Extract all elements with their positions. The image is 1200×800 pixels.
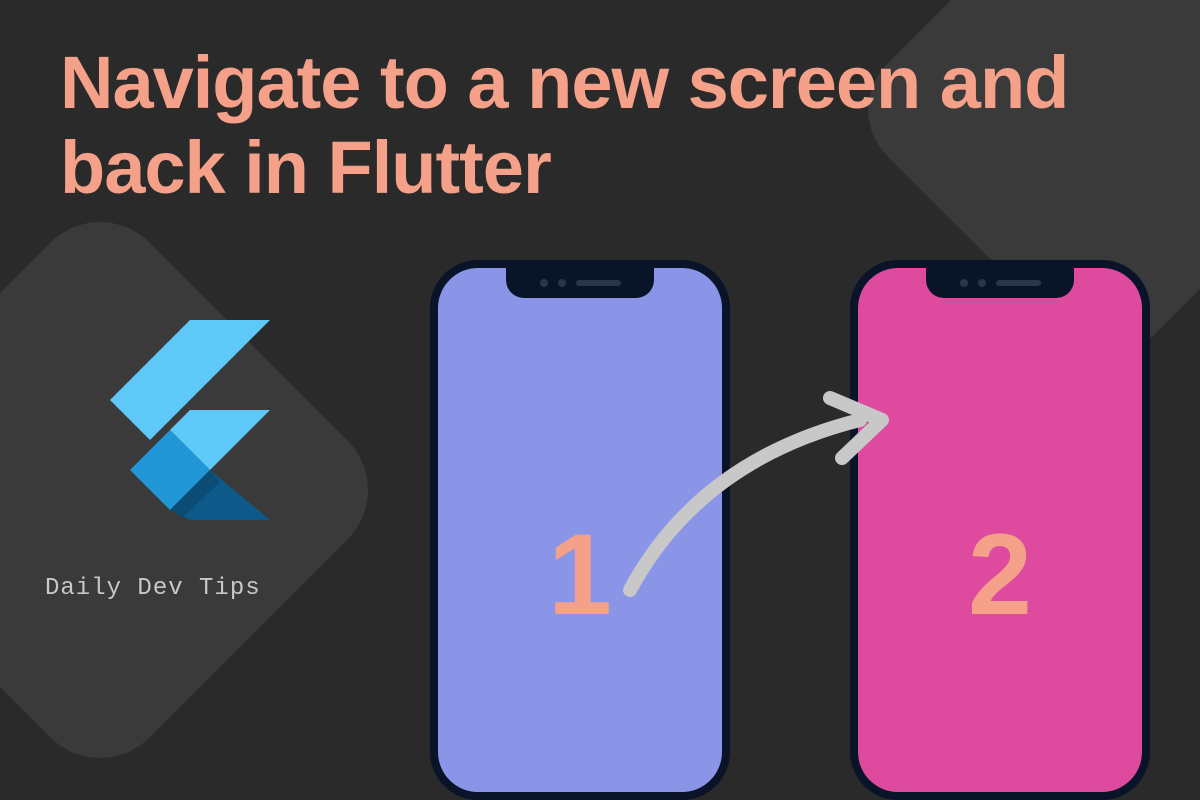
phone-mockup-one: 1: [430, 260, 730, 800]
footer-brand: Daily Dev Tips: [45, 575, 261, 602]
phone-mockup-two: 2: [850, 260, 1150, 800]
phone-screen-two: 2: [858, 268, 1142, 792]
screen-number-two: 2: [968, 509, 1032, 641]
phone-notch-icon: [926, 268, 1074, 298]
phone-notch-icon: [506, 268, 654, 298]
phone-screen-one: 1: [438, 268, 722, 792]
page-title: Navigate to a new screen and back in Flu…: [60, 40, 1140, 210]
flutter-logo-icon: [110, 320, 270, 520]
screen-number-one: 1: [548, 509, 612, 641]
